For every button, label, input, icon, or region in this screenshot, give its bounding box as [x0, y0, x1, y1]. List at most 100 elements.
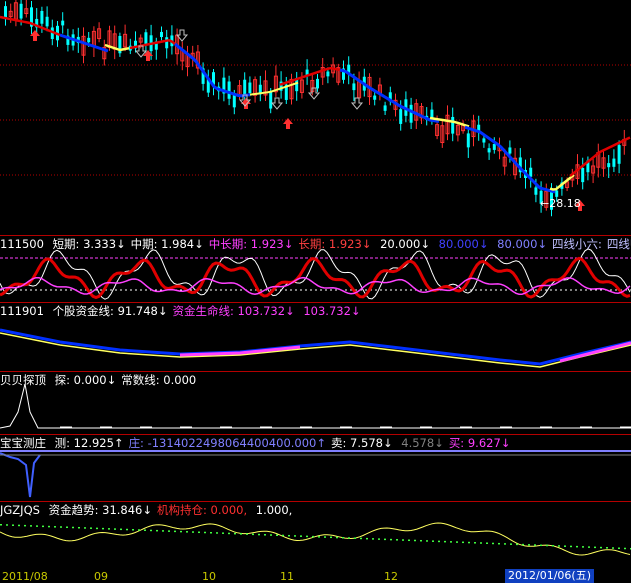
- trend-dot: [162, 530, 164, 532]
- candle-down: [399, 109, 403, 124]
- date-axis: 2011/08 09 10 11 12 2012/01/06(五): [0, 569, 631, 583]
- trend-dot: [576, 545, 578, 548]
- date-label: 09: [94, 570, 108, 583]
- legend-item: 资金生命线: 103.732↓: [172, 304, 295, 318]
- trend-dot: [444, 540, 446, 543]
- trend-dot: [60, 526, 62, 528]
- date-label: 11: [280, 570, 294, 583]
- trend-dot: [210, 531, 212, 534]
- trend-dot: [66, 526, 68, 529]
- trend-dot: [540, 544, 542, 547]
- trend-dot: [120, 528, 122, 531]
- legend-item: 卖: 7.578↓: [331, 436, 393, 450]
- indicator-code: JGZJQS: [0, 503, 40, 517]
- indicator-panel-fund-line[interactable]: 111901 个股资金线: 91.748↓ 资金生命线: 103.732↓ 103…: [0, 303, 631, 371]
- legend-item: 短期: 3.333↓: [52, 237, 126, 251]
- trend-dot: [36, 525, 38, 527]
- trend-dot: [432, 540, 434, 542]
- sell-arrow-icon: [270, 97, 284, 110]
- trend-dot: [6, 524, 8, 526]
- indicator-line: [0, 256, 631, 300]
- trend-dot: [54, 526, 56, 528]
- dealer-spike: [0, 452, 41, 498]
- trend-dot: [516, 543, 518, 546]
- candle-down: [227, 81, 231, 99]
- moving-average-line: [174, 42, 251, 98]
- candle-down: [316, 78, 319, 89]
- trend-dot: [360, 537, 362, 540]
- candle-down: [487, 148, 491, 153]
- trend-dot: [318, 536, 320, 538]
- candle-down: [45, 16, 49, 27]
- trend-dot: [96, 527, 98, 530]
- trend-dot: [264, 534, 266, 536]
- trend-dot: [456, 541, 458, 543]
- indicator-code: 111901: [0, 304, 44, 318]
- indicator-panel-fund-trend[interactable]: JGZJQS 资金趋势: 31.846↓ 机构持仓: 0.000, 1.000,: [0, 502, 631, 569]
- main-price-panel[interactable]: ←28.18: [0, 0, 631, 235]
- trend-dot: [618, 547, 620, 550]
- trend-dot: [498, 542, 500, 545]
- candle-down: [409, 104, 413, 123]
- trend-dot: [486, 542, 488, 544]
- trend-dot: [594, 546, 596, 549]
- trend-dot: [18, 524, 20, 527]
- trend-dot: [294, 535, 296, 537]
- legend-item: 买: 9.627↓: [448, 436, 511, 450]
- indicator-code: 111500: [0, 237, 44, 251]
- legend-item: 80.000↓: [493, 237, 548, 251]
- legend-item: 103.732↓: [299, 304, 361, 318]
- trend-dot: [132, 529, 134, 531]
- legend-item: 中期: 1.984↓: [130, 237, 204, 251]
- trend-dot: [378, 538, 380, 540]
- candle-down: [326, 71, 330, 77]
- fund-trend-line: [0, 522, 631, 556]
- candle-down: [373, 95, 377, 100]
- trend-dot: [384, 538, 386, 541]
- trend-dot: [552, 544, 554, 547]
- trend-dot: [258, 533, 260, 536]
- trend-dot: [30, 525, 32, 527]
- date-label: 2011/08: [2, 570, 48, 583]
- trend-dot: [270, 534, 272, 536]
- indicator-code: 宝宝测庄: [0, 436, 46, 450]
- indicator-panel-short-long[interactable]: 111500 短期: 3.333↓ 中期: 1.984↓ 中长期: 1.923↓ 长期…: [0, 236, 631, 302]
- indicator-code: 贝贝探顶: [0, 373, 46, 387]
- trend-dot: [510, 543, 512, 545]
- indicator-line: [0, 248, 631, 300]
- trend-dot: [468, 541, 470, 544]
- candlestick-chart[interactable]: [0, 0, 631, 235]
- trend-dot: [216, 532, 218, 534]
- trend-dot: [546, 544, 548, 547]
- trend-dot: [312, 535, 314, 538]
- trend-dot: [234, 532, 236, 535]
- legend-item: 庄: -1314022498064400400.000↑: [128, 436, 326, 450]
- candle-down: [451, 116, 455, 134]
- candle-down: [160, 31, 163, 38]
- trend-dot: [450, 541, 452, 543]
- indicator-legend-4: 贝贝探顶 探: 0.000↓ 常数线: 0.000: [0, 373, 200, 387]
- indicator-panel-top-probe[interactable]: 贝贝探顶 探: 0.000↓ 常数线: 0.000: [0, 372, 631, 434]
- candle-down: [555, 190, 559, 197]
- trend-dot: [228, 532, 230, 535]
- indicator-panel-dealer-test[interactable]: 宝宝测庄 测: 12.925↑ 庄: -1314022498064400400.0…: [0, 435, 631, 501]
- trend-dot: [390, 538, 392, 541]
- candle-down: [529, 167, 533, 177]
- trend-dot: [336, 536, 338, 539]
- trend-dot: [426, 540, 428, 542]
- trend-dot: [612, 547, 614, 549]
- trend-dot: [288, 534, 290, 537]
- trend-dot: [414, 539, 416, 542]
- trend-dot: [396, 539, 398, 541]
- trend-dot: [42, 525, 44, 528]
- candle-down: [508, 147, 512, 154]
- indicator-line: [0, 332, 631, 368]
- trend-dot: [156, 529, 158, 532]
- legend-item: 四线归零:: [606, 237, 631, 251]
- trend-dot: [276, 534, 278, 536]
- trend-dot: [174, 530, 176, 533]
- candle-down: [383, 105, 387, 111]
- candle-down: [61, 20, 65, 26]
- legend-item: 测: 12.925↑: [54, 436, 124, 450]
- candle-down: [232, 94, 236, 108]
